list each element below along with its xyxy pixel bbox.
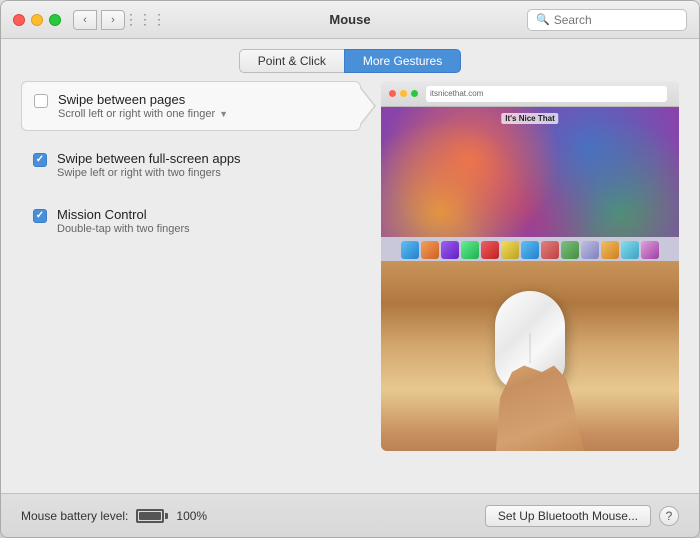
browser-max-dot [411,90,418,97]
search-input[interactable] [554,13,678,27]
dock-icon-12 [621,241,639,259]
battery-fill [139,512,161,520]
tab-point-click[interactable]: Point & Click [239,49,344,73]
search-icon: 🔍 [536,13,550,26]
option-subtitle-swipe-pages: Scroll left or right with one finger ▼ [58,108,228,120]
dock-icon-6 [501,241,519,259]
battery-nub [165,513,168,519]
close-button[interactable] [13,14,25,26]
dock-strip [381,237,679,261]
checkbox-swipe-pages[interactable] [34,94,48,108]
dock-icon-2 [421,241,439,259]
browser-close-dot [389,90,396,97]
option-title-swipe-pages: Swipe between pages [58,92,228,107]
browser-chrome: itsnicethat.com [381,81,679,107]
browser-url: itsnicethat.com [426,86,667,102]
footer: Mouse battery level: 100% Set Up Bluetoo… [1,493,699,537]
dock-icon-4 [461,241,479,259]
preview-image: itsnicethat.com It's Nice That [381,81,679,451]
mouse-hand-area [381,261,679,451]
option-subtitle-mission-control: Double-tap with two fingers [57,223,190,235]
preview-panel: itsnicethat.com It's Nice That [381,81,679,493]
dock-icon-1 [401,241,419,259]
options-panel: Swipe between pages Scroll left or right… [21,81,361,493]
minimize-button[interactable] [31,14,43,26]
tabs-bar: Point & Click More Gestures [1,39,699,81]
dock-icon-8 [541,241,559,259]
option-title-mission-control: Mission Control [57,207,190,222]
maximize-button[interactable] [49,14,61,26]
back-button[interactable]: ‹ [73,10,97,30]
grid-button[interactable]: ⋮⋮⋮ [133,10,157,30]
forward-button[interactable]: › [101,10,125,30]
dock-icon-5 [481,241,499,259]
browser-content: It's Nice That [381,107,679,237]
main-content: Swipe between pages Scroll left or right… [1,81,699,493]
main-window: ‹ › ⋮⋮⋮ Mouse 🔍 Point & Click More Gestu… [0,0,700,538]
nav-buttons: ‹ › [73,10,125,30]
dock-icon-7 [521,241,539,259]
help-button[interactable]: ? [659,506,679,526]
dock-icon-13 [641,241,659,259]
battery-percent: 100% [176,509,207,523]
option-swipe-apps: Swipe between full-screen apps Swipe lef… [21,141,361,189]
browser-min-dot [400,90,407,97]
option-text-swipe-pages: Swipe between pages Scroll left or right… [58,92,228,120]
option-subtitle-swipe-apps: Swipe left or right with two fingers [57,167,241,179]
battery-section: Mouse battery level: 100% [21,509,207,523]
site-title: It's Nice That [501,113,558,124]
battery-label: Mouse battery level: [21,509,128,523]
option-title-swipe-apps: Swipe between full-screen apps [57,151,241,166]
search-bar[interactable]: 🔍 [527,9,687,31]
option-mission-control: Mission Control Double-tap with two fing… [21,197,361,245]
mouse-divider-line [530,333,531,363]
abstract-art: It's Nice That [381,107,679,237]
dropdown-arrow-swipe-pages[interactable]: ▼ [219,109,228,119]
battery-icon [136,509,168,523]
checkbox-mission-control[interactable] [33,209,47,223]
battery-body [136,509,164,523]
checkbox-swipe-apps[interactable] [33,153,47,167]
dock-icon-10 [581,241,599,259]
tab-more-gestures[interactable]: More Gestures [344,49,461,73]
dock-icon-11 [601,241,619,259]
option-text-mission-control: Mission Control Double-tap with two fing… [57,207,190,235]
window-title: Mouse [329,12,370,27]
traffic-lights [13,14,61,26]
dock-icon-3 [441,241,459,259]
setup-bluetooth-button[interactable]: Set Up Bluetooth Mouse... [485,505,651,527]
option-swipe-pages: Swipe between pages Scroll left or right… [21,81,361,131]
titlebar: ‹ › ⋮⋮⋮ Mouse 🔍 [1,1,699,39]
option-text-swipe-apps: Swipe between full-screen apps Swipe lef… [57,151,241,179]
dock-icon-9 [561,241,579,259]
